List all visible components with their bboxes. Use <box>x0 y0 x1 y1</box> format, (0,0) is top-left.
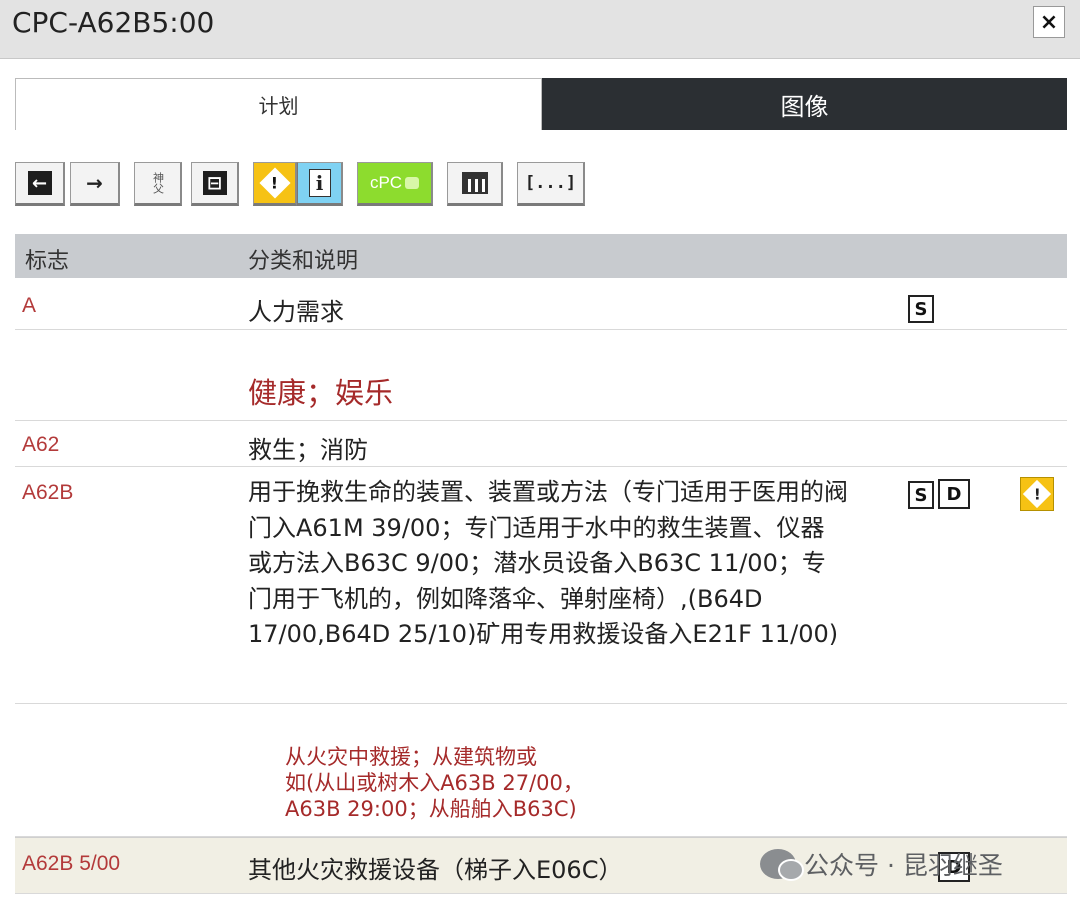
row-desc: 人力需求 <box>248 298 344 326</box>
hierarchy-button[interactable]: ⊟ <box>191 162 239 206</box>
row-code: A <box>22 294 37 317</box>
watermark-text: 公众号 · 昆羽继圣 <box>804 851 1003 880</box>
table-row[interactable]: A62B 用于挽救生命的装置、装置或方法（专门适用于医用的阀门入A61M 39/… <box>15 467 1067 704</box>
tab-bar: 计划 图像 <box>15 78 1067 130</box>
text-icon: 神父 <box>151 172 165 194</box>
warning-button[interactable]: ! <box>253 162 297 206</box>
table-header: 标志 分类和说明 <box>15 234 1067 278</box>
table-row[interactable]: A62 救生；消防 <box>15 421 1067 467</box>
more-icon: [...] <box>524 173 577 193</box>
note-line: 从火灾中救援；从建筑物或 <box>285 745 537 769</box>
warning-icon[interactable]: ! <box>1020 477 1054 511</box>
s-icon[interactable]: S <box>908 295 934 323</box>
forward-arrow-icon: → <box>86 171 103 195</box>
warning-icon: ! <box>258 167 291 199</box>
table-view-button[interactable] <box>447 162 503 206</box>
title-bar: CPC-A62B5:00 × <box>0 0 1080 59</box>
info-icon: i <box>308 169 331 197</box>
header-classification: 分类和说明 <box>248 249 359 274</box>
table-row[interactable]: 健康；娱乐 <box>15 330 1067 421</box>
cpc-icon: cPC <box>369 173 403 192</box>
hierarchy-icon: ⊟ <box>202 171 227 195</box>
tab-plan[interactable]: 计划 <box>15 78 542 130</box>
cpc-button[interactable]: cPC <box>357 162 433 206</box>
row-desc: 健康；娱乐 <box>248 376 394 410</box>
header-symbol: 标志 <box>25 249 70 274</box>
wechat-logo-icon <box>760 849 804 881</box>
row-desc: 其他火灾救援设备（梯子入E06C） <box>248 856 623 884</box>
more-button[interactable]: [...] <box>517 162 585 206</box>
s-icon[interactable]: S <box>908 481 934 509</box>
close-button[interactable]: × <box>1033 6 1065 38</box>
table-row: 从火灾中救援；从建筑物或 如(从山或树木入A63B 27/00， A63B 29… <box>15 704 1067 837</box>
row-note: 从火灾中救援；从建筑物或 如(从山或树木入A63B 27/00， A63B 29… <box>285 744 584 822</box>
tab-image[interactable]: 图像 <box>542 78 1067 130</box>
info-button[interactable]: i <box>297 162 343 206</box>
back-button[interactable]: ← <box>15 162 65 206</box>
d-icon[interactable]: D <box>938 479 970 509</box>
row-code: A62 <box>22 433 60 456</box>
cpc-pill-icon <box>405 177 420 189</box>
back-arrow-icon: ← <box>27 171 52 195</box>
note-line: A63B 29:00；从船舶入B63C) <box>285 797 577 821</box>
row-desc: 救生；消防 <box>248 436 368 464</box>
text-button[interactable]: 神父 <box>134 162 182 206</box>
forward-button[interactable]: → <box>70 162 120 206</box>
row-code: A62B <box>22 481 74 504</box>
row-code: A62B 5/00 <box>22 852 121 875</box>
watermark: 公众号 · 昆羽继圣 <box>760 846 1003 882</box>
close-icon: × <box>1039 9 1059 35</box>
table-icon <box>461 172 488 194</box>
row-desc: 用于挽救生命的装置、装置或方法（专门适用于医用的阀门入A61M 39/00；专门… <box>248 478 848 648</box>
table-row[interactable]: A 人力需求 S <box>15 278 1067 330</box>
note-line: 如(从山或树木入A63B 27/00， <box>285 771 584 795</box>
window-title: CPC-A62B5:00 <box>12 6 215 39</box>
